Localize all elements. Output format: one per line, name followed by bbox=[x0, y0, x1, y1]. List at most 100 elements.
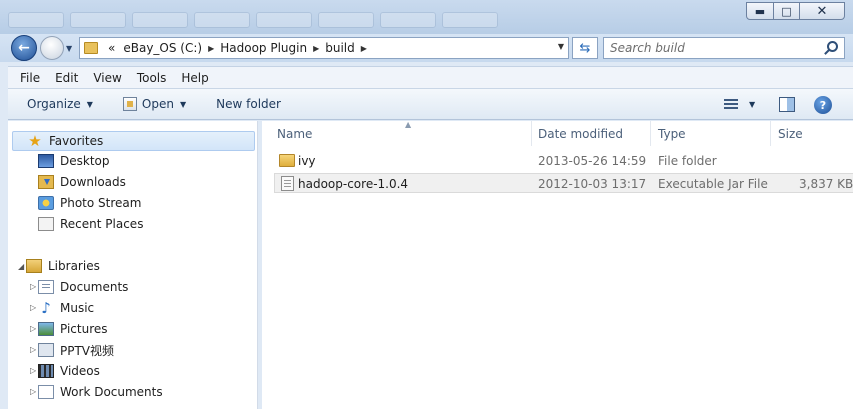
file-type: Executable Jar File bbox=[658, 177, 768, 191]
chevron-down-icon: ▼ bbox=[179, 99, 187, 109]
open-icon bbox=[122, 97, 137, 111]
chevron-down-icon[interactable]: ▼ bbox=[558, 42, 564, 51]
file-list: Name ▲ Date modified Type Size ivy 2013-… bbox=[262, 120, 853, 409]
nav-libraries[interactable]: Libraries bbox=[26, 256, 100, 276]
column-header-type[interactable]: Type bbox=[651, 121, 771, 146]
nav-label: Favorites bbox=[49, 134, 104, 148]
recent-places-icon bbox=[38, 217, 54, 231]
nav-label: Desktop bbox=[60, 154, 110, 168]
search-box[interactable] bbox=[603, 37, 845, 59]
file-name: ivy bbox=[298, 154, 316, 168]
nav-videos[interactable]: Videos bbox=[38, 361, 100, 381]
new-folder-button[interactable]: New folder bbox=[216, 97, 281, 111]
menu-edit[interactable]: Edit bbox=[55, 71, 78, 85]
recent-pages-dropdown[interactable]: ▼ bbox=[66, 44, 72, 53]
file-date: 2013-05-26 14:59 bbox=[538, 154, 647, 168]
breadcrumb-build[interactable]: build bbox=[321, 41, 359, 55]
nav-documents[interactable]: Documents bbox=[38, 277, 128, 297]
column-label: Date modified bbox=[538, 126, 624, 141]
nav-label: Work Documents bbox=[60, 385, 163, 399]
help-icon[interactable]: ? bbox=[814, 96, 832, 114]
background-blur bbox=[8, 12, 498, 30]
minimize-button[interactable]: ▬ bbox=[746, 2, 774, 20]
file-name: hadoop-core-1.0.4 bbox=[298, 177, 409, 191]
nav-label: Photo Stream bbox=[60, 196, 142, 210]
column-header-date[interactable]: Date modified bbox=[531, 121, 651, 146]
documents-icon bbox=[38, 385, 54, 399]
nav-desktop[interactable]: Desktop bbox=[38, 151, 110, 171]
file-row-ivy[interactable]: ivy 2013-05-26 14:59 File folder bbox=[274, 151, 853, 171]
file-type: File folder bbox=[658, 154, 717, 168]
nav-label: Libraries bbox=[48, 259, 100, 273]
breadcrumb-hadoop-plugin[interactable]: Hadoop Plugin bbox=[216, 41, 311, 55]
navigation-pane: ◢ ★ Favorites Desktop Downloads Photo St… bbox=[8, 121, 258, 409]
column-header-size[interactable]: Size bbox=[771, 121, 851, 146]
expand-arrow-icon[interactable]: ▷ bbox=[30, 303, 36, 312]
nav-music[interactable]: ♪ Music bbox=[38, 298, 94, 318]
close-button[interactable]: ✕ bbox=[799, 2, 845, 20]
nav-label: Pictures bbox=[60, 322, 108, 336]
nav-label: Recent Places bbox=[60, 217, 144, 231]
arrow-left-icon: ← bbox=[18, 40, 30, 56]
nav-work-documents[interactable]: Work Documents bbox=[38, 382, 163, 402]
expand-arrow-icon[interactable]: ▷ bbox=[30, 324, 36, 333]
expand-arrow-icon[interactable]: ▷ bbox=[30, 282, 36, 291]
back-button[interactable]: ← bbox=[11, 35, 37, 61]
expand-arrow-icon[interactable]: ▷ bbox=[30, 345, 36, 354]
change-view-icon[interactable] bbox=[724, 99, 738, 110]
address-row: ← ▼ « eBay_OS (C:) ▶ Hadoop Plugin ▶ bui… bbox=[0, 34, 853, 62]
refresh-icon: ⇆ bbox=[579, 40, 591, 56]
menu-help[interactable]: Help bbox=[181, 71, 208, 85]
address-bar[interactable]: « eBay_OS (C:) ▶ Hadoop Plugin ▶ build ▶… bbox=[79, 37, 569, 59]
forward-button[interactable] bbox=[40, 36, 64, 60]
search-icon[interactable] bbox=[827, 41, 838, 52]
column-header-name[interactable]: Name ▲ bbox=[270, 120, 532, 146]
nav-photo-stream[interactable]: Photo Stream bbox=[38, 193, 141, 213]
file-date: 2012-10-03 13:17 bbox=[538, 177, 647, 191]
folder-icon bbox=[279, 154, 295, 167]
organize-button[interactable]: Organize ▼ bbox=[27, 97, 93, 111]
videos-icon bbox=[38, 364, 54, 378]
file-row-hadoop-core[interactable]: hadoop-core-1.0.4 2012-10-03 13:17 Execu… bbox=[274, 173, 853, 193]
nav-pptv[interactable]: PPTV视频 bbox=[38, 340, 114, 360]
library-folder-icon bbox=[38, 343, 54, 357]
column-label: Size bbox=[778, 126, 803, 141]
nav-recent-places[interactable]: Recent Places bbox=[38, 214, 143, 234]
open-label: Open bbox=[141, 97, 174, 111]
sort-ascending-icon: ▲ bbox=[405, 120, 412, 129]
collapse-arrow-icon[interactable]: ◢ bbox=[18, 262, 24, 271]
nav-favorites[interactable]: ★ Favorites bbox=[12, 131, 255, 151]
title-bar: ▬ □ ✕ bbox=[0, 0, 853, 34]
chevron-down-icon: ▼ bbox=[86, 99, 93, 109]
preview-pane-icon[interactable] bbox=[779, 97, 795, 112]
expand-arrow-icon[interactable]: ▷ bbox=[30, 366, 36, 375]
open-button[interactable]: Open ▼ bbox=[122, 97, 187, 111]
menu-view[interactable]: View bbox=[93, 71, 121, 85]
chevron-right-icon[interactable]: ▶ bbox=[311, 44, 321, 53]
organize-label: Organize bbox=[27, 97, 81, 111]
star-icon: ★ bbox=[28, 132, 42, 150]
refresh-button[interactable]: ⇆ bbox=[572, 37, 598, 59]
expand-arrow-icon[interactable]: ▷ bbox=[30, 387, 36, 396]
menu-tools[interactable]: Tools bbox=[137, 71, 167, 85]
nav-pictures[interactable]: Pictures bbox=[38, 319, 108, 339]
command-bar: Organize ▼ Open ▼ New folder ▼ ? bbox=[8, 88, 853, 120]
maximize-button[interactable]: □ bbox=[773, 2, 800, 20]
nav-label: PPTV视频 bbox=[60, 343, 115, 358]
nav-label: Music bbox=[60, 301, 95, 315]
music-icon: ♪ bbox=[41, 299, 51, 317]
breadcrumb-overflow[interactable]: « bbox=[104, 41, 119, 55]
search-input[interactable] bbox=[604, 38, 819, 58]
nav-label: Documents bbox=[60, 280, 129, 294]
menu-file[interactable]: File bbox=[20, 71, 40, 85]
view-options-dropdown[interactable]: ▼ bbox=[749, 100, 755, 109]
chevron-right-icon[interactable]: ▶ bbox=[359, 44, 369, 53]
column-label: Type bbox=[658, 126, 686, 141]
jar-file-icon bbox=[281, 176, 294, 191]
photo-stream-icon bbox=[38, 196, 54, 210]
desktop-icon bbox=[38, 154, 54, 168]
breadcrumb-drive[interactable]: eBay_OS (C:) bbox=[119, 41, 206, 55]
folder-icon bbox=[84, 42, 98, 54]
chevron-right-icon[interactable]: ▶ bbox=[206, 44, 216, 53]
nav-downloads[interactable]: Downloads bbox=[38, 172, 126, 192]
